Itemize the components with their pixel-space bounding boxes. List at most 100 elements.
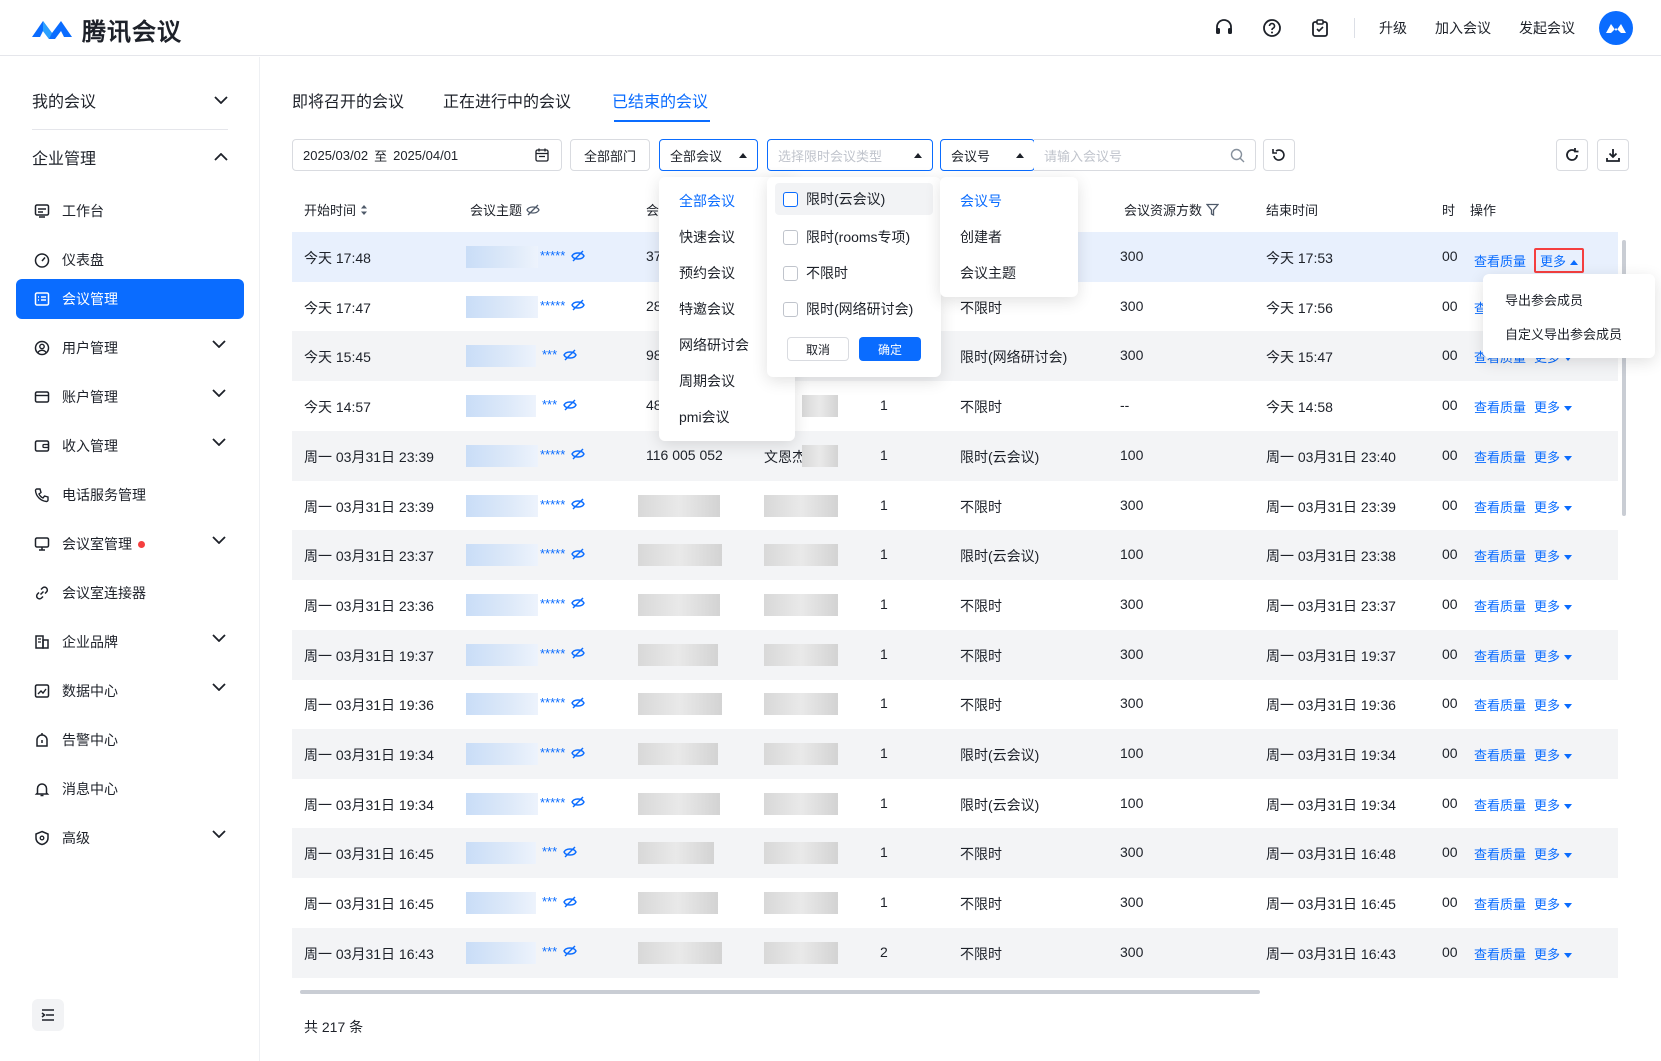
cancel-button[interactable]: 取消 — [787, 337, 849, 361]
view-quality-link[interactable]: 查看质量 — [1474, 397, 1526, 416]
option-pmi-meeting[interactable]: pmi会议 — [679, 407, 730, 427]
view-quality-link[interactable]: 查看质量 — [1474, 447, 1526, 466]
sidebar-item-user-management[interactable]: 用户管理 — [16, 328, 244, 368]
checkbox-limit-rooms[interactable]: 限时(rooms专项) — [783, 227, 910, 247]
table-row[interactable]: 今天 15:45***98限时(网络研讨会)300今天 15:4700查看质量更… — [292, 331, 1618, 382]
sidebar-item-meeting-management[interactable]: 会议管理 — [16, 279, 244, 319]
table-row[interactable]: 周一 03月31日 19:37 ***** 1 不限时 300 周一 03月31日 19:… — [292, 629, 1618, 680]
hide-icon[interactable] — [571, 647, 586, 659]
option-meeting-topic[interactable]: 会议主题 — [960, 263, 1016, 283]
masked-topic[interactable]: *** — [542, 397, 577, 412]
view-quality-link[interactable]: 查看质量 — [1474, 646, 1526, 665]
headset-icon[interactable] — [1200, 0, 1248, 56]
sidebar-item-enterprise-brand[interactable]: 企业品牌 — [16, 622, 244, 662]
hide-icon[interactable] — [571, 299, 586, 311]
table-row[interactable]: 周一 03月31日 19:36 ***** 1 不限时 300 周一 03月31日 19:… — [292, 679, 1618, 729]
option-quick-meeting[interactable]: 快速会议 — [679, 227, 735, 247]
masked-topic[interactable]: ***** — [540, 646, 586, 661]
more-button[interactable]: 更多 — [1534, 596, 1573, 615]
view-quality-link[interactable]: 查看质量 — [1474, 844, 1526, 863]
hide-icon[interactable] — [571, 796, 586, 808]
view-quality-link[interactable]: 查看质量 — [1474, 546, 1526, 565]
clipboard-icon[interactable] — [1296, 0, 1344, 56]
more-button[interactable]: 更多 — [1534, 795, 1573, 814]
sidebar-item-room-connector[interactable]: 会议室连接器 — [16, 573, 244, 613]
checkbox-limit-webinar[interactable]: 限时(网络研讨会) — [783, 299, 913, 319]
more-button[interactable]: 更多 — [1534, 695, 1573, 714]
table-row[interactable]: 周一 03月31日 16:43 *** 2 不限时 300 周一 03月31日 16:43… — [292, 927, 1618, 978]
masked-topic[interactable]: ***** — [540, 248, 586, 263]
masked-topic[interactable]: ***** — [540, 596, 586, 611]
view-quality-link[interactable]: 查看质量 — [1474, 596, 1526, 615]
hide-icon[interactable] — [571, 548, 586, 560]
masked-topic[interactable]: *** — [542, 944, 577, 959]
masked-topic[interactable]: ***** — [540, 447, 586, 462]
checkbox-limit-cloud[interactable]: 限时(云会议) — [775, 183, 933, 215]
table-row[interactable]: 周一 03月31日 16:45 *** 1 不限时 300 周一 03月31日 16:45… — [292, 878, 1618, 928]
department-select[interactable]: 全部部门 — [570, 139, 650, 171]
search-field-select[interactable]: 会议号 — [940, 139, 1035, 171]
sidebar-item-workbench[interactable]: 工作台 — [16, 191, 244, 231]
collapse-sidebar-button[interactable] — [32, 999, 64, 1031]
view-quality-link[interactable]: 查看质量 — [1474, 497, 1526, 516]
hide-icon[interactable] — [526, 204, 540, 216]
view-quality-link[interactable]: 查看质量 — [1474, 695, 1526, 714]
sidebar-item-revenue-management[interactable]: 收入管理 — [16, 426, 244, 466]
hide-icon[interactable] — [563, 399, 577, 411]
sidebar-item-alert-center[interactable]: 告警中心 — [16, 720, 244, 760]
meeting-id-search-input[interactable]: 请输入会议号 — [1034, 139, 1256, 171]
join-meeting-link[interactable]: 加入会议 — [1435, 18, 1491, 38]
filter-icon[interactable] — [1206, 203, 1220, 216]
sidebar-item-room-management[interactable]: 会议室管理 — [16, 524, 244, 564]
help-icon[interactable] — [1248, 0, 1296, 56]
option-webinar[interactable]: 网络研讨会 — [679, 335, 749, 355]
confirm-button[interactable]: 确定 — [859, 337, 921, 361]
table-row[interactable]: 周一 03月31日 19:34 ***** 1 限时(云会议) 100 周一 03月31日… — [292, 779, 1618, 829]
limit-type-select[interactable]: 选择限时会议类型 — [767, 139, 933, 171]
hide-icon[interactable] — [571, 250, 586, 262]
more-button[interactable]: 更多 — [1534, 447, 1573, 466]
option-invited-meeting[interactable]: 特邀会议 — [679, 299, 735, 319]
avatar[interactable] — [1599, 11, 1633, 45]
horizontal-scrollbar[interactable] — [300, 990, 1260, 994]
more-button[interactable]: 更多 — [1534, 894, 1573, 913]
meeting-type-select[interactable]: 全部会议 — [659, 139, 758, 171]
view-quality-link[interactable]: 查看质量 — [1474, 795, 1526, 814]
sidebar-item-account-management[interactable]: 账户管理 — [16, 377, 244, 417]
table-row[interactable]: 周一 03月31日 23:36 ***** 1 不限时 300 周一 03月31日 23:… — [292, 580, 1618, 630]
download-button[interactable] — [1597, 139, 1629, 171]
app-logo[interactable]: 腾讯会议 — [30, 12, 182, 47]
masked-topic[interactable]: *** — [542, 894, 577, 909]
view-quality-link[interactable]: 查看质量 — [1474, 745, 1526, 764]
sort-icon[interactable] — [360, 204, 368, 216]
sidebar-item-advanced[interactable]: 高级 — [16, 818, 244, 858]
more-button[interactable]: 更多 — [1534, 646, 1573, 665]
table-row[interactable]: 周一 03月31日 23:39 ***** 116 005 052 文恩杰 1 限时(云会… — [292, 430, 1618, 481]
view-quality-link[interactable]: 查看质量 — [1474, 894, 1526, 913]
table-row[interactable]: 周一 03月31日 16:45 *** 1 不限时 300 周一 03月31日 16:48… — [292, 828, 1618, 879]
more-button[interactable]: 更多 — [1534, 546, 1573, 565]
reset-filter-button[interactable] — [1263, 139, 1295, 171]
date-range-picker[interactable]: 2025/03/02 至 2025/04/01 — [292, 139, 562, 171]
more-button[interactable]: 更多 — [1534, 844, 1573, 863]
table-row[interactable]: 周一 03月31日 23:37 ***** 1 限时(云会议) 100 周一 03月31日… — [292, 530, 1618, 581]
table-row[interactable]: 今天 14:57***48eco1不限时--今天 14:5800查看质量更多 — [292, 381, 1618, 431]
hide-icon[interactable] — [563, 896, 577, 908]
option-scheduled-meeting[interactable]: 预约会议 — [679, 263, 735, 283]
table-row[interactable]: 周一 03月31日 23:39 ***** 1 不限时 300 周一 03月31日 23:… — [292, 481, 1618, 531]
upgrade-link[interactable]: 升级 — [1379, 18, 1407, 38]
masked-topic[interactable]: ***** — [540, 745, 586, 760]
sidebar-item-message-center[interactable]: 消息中心 — [16, 769, 244, 809]
table-row[interactable]: 周一 03月31日 19:34 ***** 1 限时(云会议) 100 周一 03月31日… — [292, 729, 1618, 779]
masked-topic[interactable]: *** — [542, 347, 577, 362]
view-quality-link[interactable]: 查看质量 — [1474, 251, 1526, 270]
option-all-meetings[interactable]: 全部会议 — [679, 191, 735, 211]
masked-topic[interactable]: *** — [542, 844, 577, 859]
option-creator[interactable]: 创建者 — [960, 227, 1002, 247]
sidebar-item-data-center[interactable]: 数据中心 — [16, 671, 244, 711]
more-button[interactable]: 更多 — [1534, 397, 1573, 416]
view-quality-link[interactable]: 查看质量 — [1474, 944, 1526, 963]
checkbox-unlimited[interactable]: 不限时 — [783, 263, 848, 283]
hide-icon[interactable] — [571, 498, 586, 510]
hide-icon[interactable] — [563, 846, 577, 858]
